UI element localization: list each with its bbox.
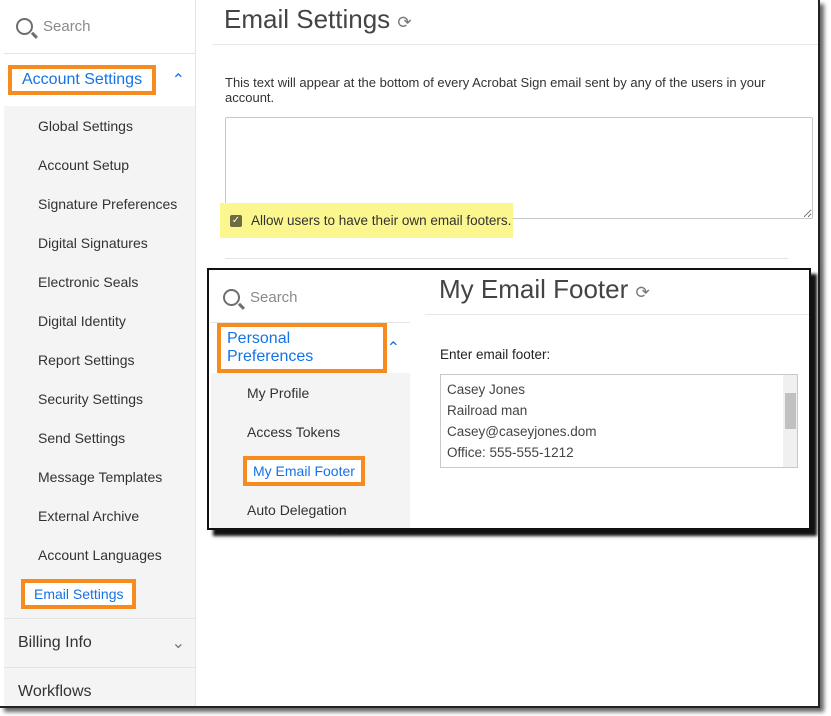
chevron-up-icon: ⌃	[386, 340, 400, 357]
scrollbar-thumb[interactable]	[785, 393, 796, 429]
item-label: Access Tokens	[247, 423, 341, 440]
item-label: Account Setup	[38, 156, 130, 173]
sidebar-item-electronic-seals[interactable]: Electronic Seals	[4, 262, 195, 301]
sidebar-section-account-settings[interactable]: Account Settings ⌃	[4, 54, 195, 106]
item-label: External Archive	[38, 507, 140, 524]
footer-textarea[interactable]: Casey Jones Railroad man Casey@caseyjones.…	[440, 374, 798, 468]
popup-main: My Email Footer ⟳ Enter email footer: Ca…	[425, 270, 809, 468]
footer-line: Casey Jones	[447, 382, 526, 397]
section-label: Workflows	[18, 683, 92, 700]
footer-line: Office: 555-555-1212	[447, 445, 574, 460]
checkbox-label: Allow users to have their own email foot…	[251, 213, 512, 228]
sidebar-item-digital-signatures[interactable]: Digital Signatures	[4, 223, 195, 262]
search-icon	[223, 288, 240, 306]
sidebar-item-digital-identity[interactable]: Digital Identity	[4, 301, 195, 340]
sidebar-item-access-tokens[interactable]: Access Tokens	[211, 412, 410, 451]
page-title: Email Settings	[224, 4, 391, 34]
page-title: My Email Footer	[439, 274, 629, 304]
footer-line: Railroad man	[447, 403, 528, 418]
item-label: My Profile	[247, 384, 310, 401]
item-label: Send Settings	[38, 429, 126, 446]
sidebar-section-personal-preferences[interactable]: Personal Preferences ⌃	[211, 323, 410, 373]
item-label: Signature Preferences	[38, 195, 178, 212]
footer-label: Enter email footer:	[440, 347, 551, 362]
chevron-down-icon: ⌄	[171, 635, 185, 652]
checkbox-checked-icon: ✓	[230, 214, 242, 227]
item-label: Message Templates	[38, 468, 163, 485]
popup-sidebar: Search Personal Preferences ⌃ My Profile A…	[211, 272, 410, 528]
section-label: Billing Info	[18, 634, 92, 651]
sidebar-section-workflows[interactable]: Workflows	[4, 667, 195, 716]
allow-user-footers-checkbox[interactable]: ✓ Allow users to have their own email foo…	[220, 203, 513, 238]
divider	[225, 258, 788, 259]
search-icon	[16, 18, 33, 35]
description: This text will appear at the bottom of e…	[225, 75, 766, 105]
sidebar: Search Account Settings ⌃ Global Settings…	[4, 0, 196, 706]
scrollbar[interactable]	[783, 375, 797, 467]
item-label: Auto Delegation	[247, 501, 347, 518]
footer-line: Casey@caseyjones.dom	[447, 424, 597, 439]
search-placeholder: Search	[43, 18, 91, 35]
chevron-up-icon: ⌃	[171, 72, 185, 89]
sidebar-item-external-archive[interactable]: External Archive	[4, 496, 195, 535]
sidebar-item-my-profile[interactable]: My Profile	[211, 373, 410, 412]
search-input[interactable]: Search	[211, 272, 410, 323]
sidebar-item-send-settings[interactable]: Send Settings	[4, 418, 195, 457]
sidebar-section-billing[interactable]: Billing Info ⌄	[4, 618, 195, 667]
sidebar-item-message-templates[interactable]: Message Templates	[4, 457, 195, 496]
search-input[interactable]: Search	[4, 0, 195, 54]
item-label: Electronic Seals	[38, 273, 139, 290]
sidebar-item-email-settings[interactable]: Email Settings	[4, 574, 195, 613]
item-label: Digital Signatures	[38, 234, 148, 251]
main-content: Email Settings ⟳ This text will appear a…	[212, 0, 818, 534]
sidebar-item-security-settings[interactable]: Security Settings	[4, 379, 195, 418]
sidebar-item-global-settings[interactable]: Global Settings	[4, 106, 195, 145]
item-label: Digital Identity	[38, 312, 126, 329]
sidebar-item-account-setup[interactable]: Account Setup	[4, 145, 195, 184]
item-label: Email Settings	[21, 578, 137, 609]
item-label: Report Settings	[38, 351, 135, 368]
item-label: Security Settings	[38, 390, 144, 407]
search-placeholder: Search	[250, 288, 298, 306]
inset-screenshot: Search Personal Preferences ⌃ My Profile A…	[207, 268, 811, 530]
section-label: Account Settings	[8, 65, 157, 95]
sidebar-item-report-settings[interactable]: Report Settings	[4, 340, 195, 379]
section-label: Personal Preferences	[217, 323, 387, 373]
sidebar-item-my-email-footer[interactable]: My Email Footer	[211, 451, 410, 490]
sidebar-item-account-languages[interactable]: Account Languages	[4, 535, 195, 574]
item-label: My Email Footer	[243, 455, 365, 486]
refresh-icon[interactable]: ⟳	[636, 283, 650, 302]
sidebar-item-signature-preferences[interactable]: Signature Preferences	[4, 184, 195, 223]
sidebar-item-auto-delegation[interactable]: Auto Delegation	[211, 490, 410, 528]
item-label: Account Languages	[38, 546, 162, 563]
refresh-icon[interactable]: ⟳	[397, 13, 411, 32]
item-label: Global Settings	[38, 117, 133, 134]
